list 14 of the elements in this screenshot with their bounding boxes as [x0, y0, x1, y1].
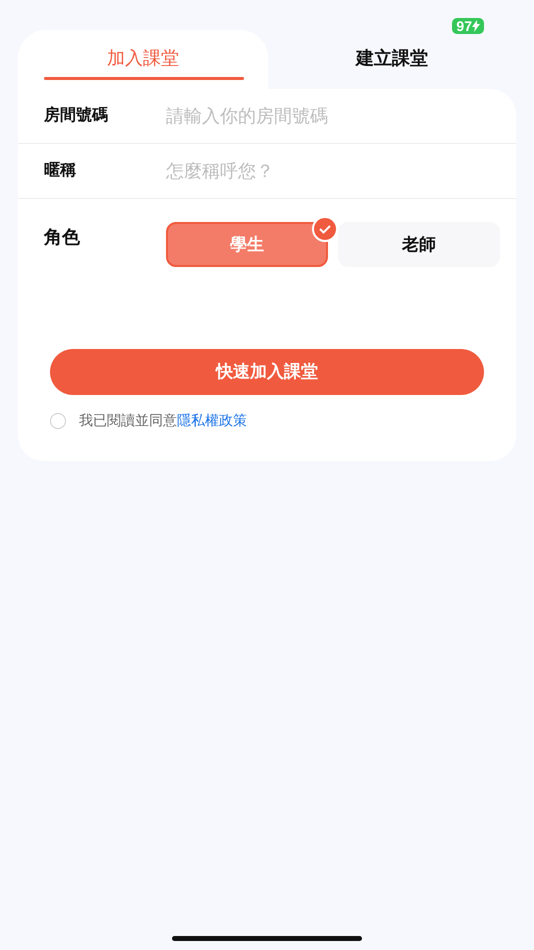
field-label: 暱稱 [43, 160, 77, 181]
agree-checkbox[interactable] [50, 412, 66, 428]
privacy-link[interactable]: 隱私權政策 [177, 412, 247, 428]
agreement-text: 我已閱讀並同意隱私權政策 [79, 411, 247, 430]
tab[interactable]: 加入課堂 [18, 30, 268, 90]
input-field[interactable]: 怎麼稱呼您？ [166, 158, 516, 184]
join-button[interactable]: 快速加入課堂 [50, 349, 484, 395]
check-icon [312, 216, 338, 242]
battery-indicator: 97 [452, 18, 484, 34]
field-label: 角色 [42, 226, 81, 249]
role-option[interactable]: 學生 [166, 222, 328, 267]
input-field[interactable]: 請輸入你的房間號碼 [166, 102, 516, 130]
field-label: 房間號碼 [42, 105, 109, 126]
role-option[interactable]: 老師 [338, 222, 500, 267]
